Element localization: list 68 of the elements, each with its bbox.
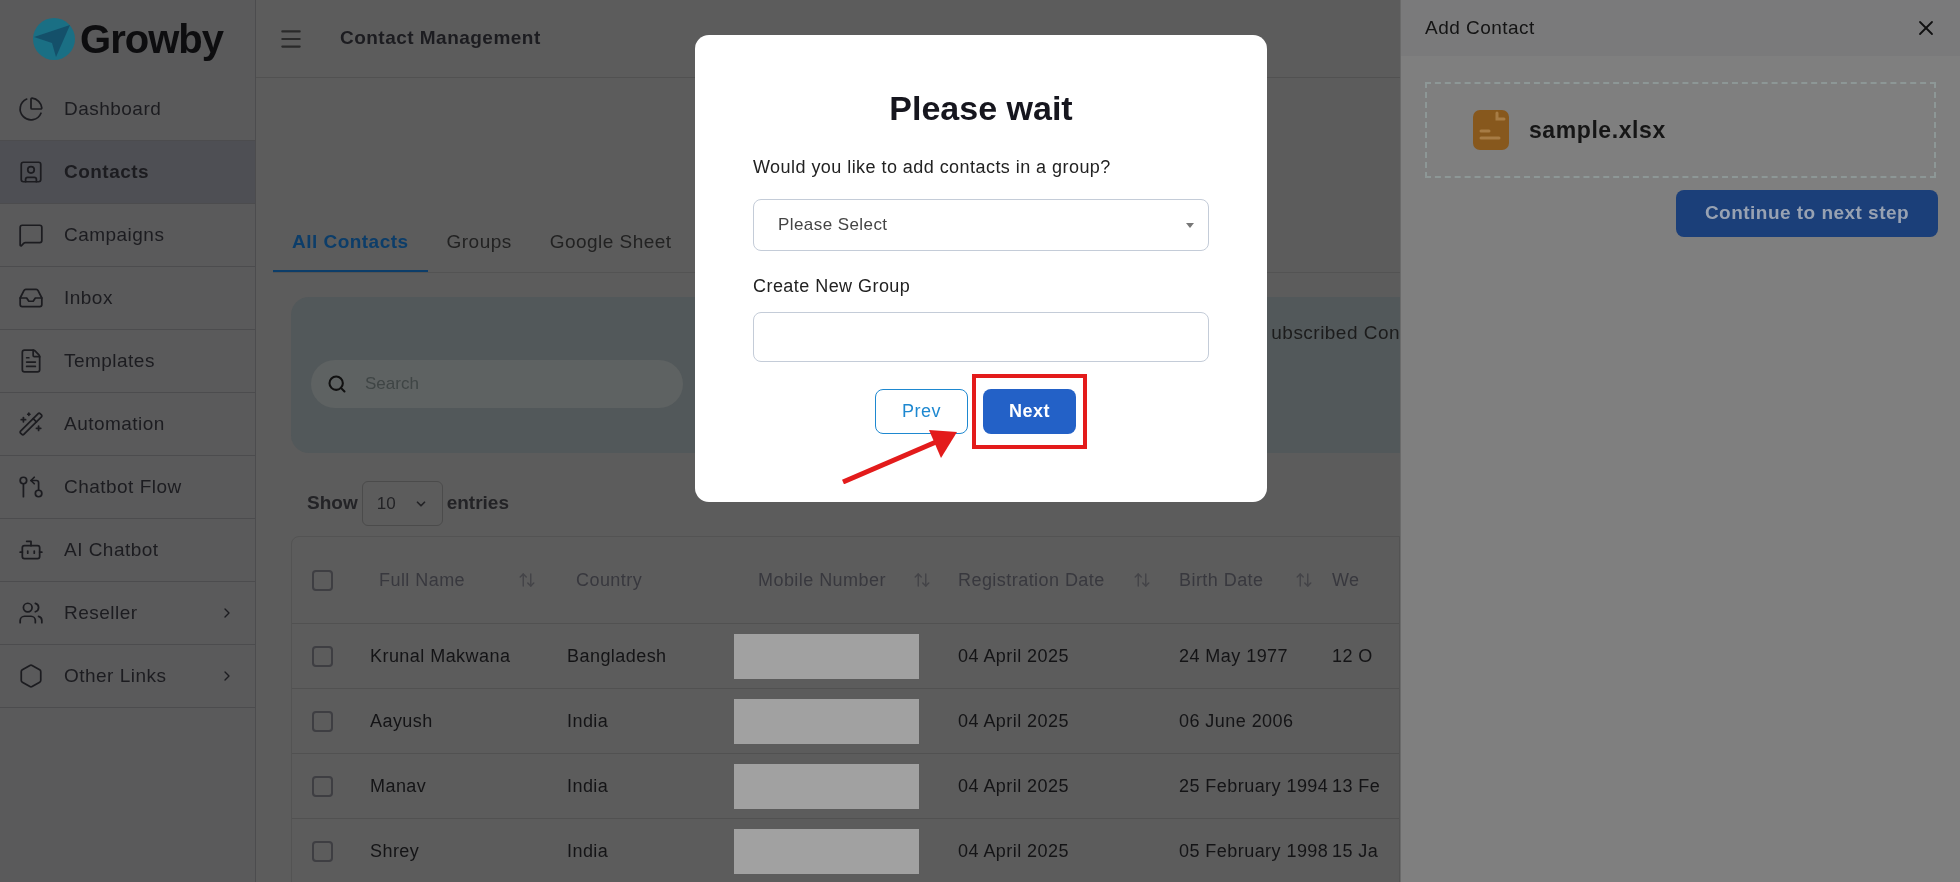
caret-icon bbox=[1186, 222, 1194, 228]
table-cell-text: India bbox=[567, 839, 609, 863]
page-title: Contact Management bbox=[340, 26, 541, 51]
magic-wand-icon bbox=[18, 411, 44, 437]
entries-select[interactable]: 10 bbox=[361, 481, 443, 526]
tab[interactable]: All Contacts bbox=[273, 215, 428, 272]
table-cell-text: 04 April 2025 bbox=[958, 644, 1069, 668]
table-cell-text: Aayush bbox=[370, 709, 433, 733]
checkbox[interactable] bbox=[311, 710, 333, 732]
people-icon bbox=[18, 600, 44, 626]
continue-button[interactable]: Continue to next step bbox=[1676, 190, 1938, 237]
sidebar-item[interactable]: Other Links bbox=[0, 645, 255, 708]
group-select[interactable]: Please Select bbox=[753, 199, 1209, 251]
checkbox[interactable] bbox=[311, 645, 333, 667]
sidebar-item[interactable]: Chatbot Flow bbox=[0, 456, 255, 519]
sort-icon[interactable] bbox=[913, 571, 931, 589]
table-cell-text: Shrey bbox=[370, 839, 420, 863]
file-icon bbox=[1473, 110, 1509, 150]
field-label: Create New Group bbox=[753, 275, 912, 298]
search-icon bbox=[327, 373, 347, 394]
entries-label: entries bbox=[446, 491, 509, 516]
table-cell-text: India bbox=[567, 774, 609, 798]
modal-title: Please wait bbox=[889, 88, 1073, 129]
table-cell-text: 12 O bbox=[1332, 644, 1373, 668]
filter-label: ubscribed Con bbox=[1271, 321, 1400, 345]
prev-button[interactable]: Prev bbox=[875, 389, 968, 434]
checkbox[interactable] bbox=[311, 840, 333, 862]
sidebar-item[interactable]: Campaigns bbox=[0, 204, 255, 267]
checkbox[interactable] bbox=[311, 775, 333, 797]
sidebar-item[interactable]: Templates bbox=[0, 330, 255, 393]
show-label: Show bbox=[307, 491, 358, 516]
logo-text: Growby bbox=[80, 16, 223, 63]
sidebar-item[interactable]: Inbox bbox=[0, 267, 255, 330]
contact-card-icon bbox=[18, 159, 44, 185]
sort-icon[interactable] bbox=[518, 571, 536, 589]
group-name-field[interactable] bbox=[753, 312, 1209, 362]
branch-icon bbox=[18, 474, 44, 500]
table-cell-text: 24 May 1977 bbox=[1179, 644, 1289, 668]
table-cell-text: 04 April 2025 bbox=[958, 839, 1069, 863]
sidebar-item[interactable]: Reseller bbox=[0, 582, 255, 645]
sort-icon[interactable] bbox=[1133, 571, 1151, 589]
sort-icon[interactable] bbox=[1295, 571, 1313, 589]
pie-chart-icon bbox=[18, 96, 44, 122]
table-cell-text: Krunal Makwana bbox=[370, 644, 511, 668]
table-cell-text: 04 April 2025 bbox=[958, 774, 1069, 798]
checkbox[interactable] bbox=[311, 569, 333, 591]
table-cell-text: India bbox=[567, 709, 609, 733]
file-name: sample.xlsx bbox=[1529, 115, 1666, 145]
table-cell-text: 25 February 1994 bbox=[1179, 774, 1329, 798]
hexagon-icon bbox=[18, 663, 44, 689]
question-text: Would you like to add contacts in a group? bbox=[753, 156, 1112, 179]
table-cell-text: 15 Ja bbox=[1332, 839, 1379, 863]
next-button[interactable]: Next bbox=[983, 389, 1076, 434]
inbox-icon bbox=[18, 285, 44, 311]
table-cell-text: Manav bbox=[370, 774, 427, 798]
table-cell-text: 13 Fe bbox=[1332, 774, 1381, 798]
panel-title: Add Contact bbox=[1425, 15, 1535, 40]
tab[interactable]: Google Sheet bbox=[530, 215, 691, 272]
document-icon bbox=[18, 348, 44, 374]
table-cell-text: 05 February 1998 bbox=[1179, 839, 1329, 863]
robot-icon bbox=[18, 537, 44, 563]
table-cell-text: 04 April 2025 bbox=[958, 709, 1069, 733]
sidebar-item[interactable]: Automation bbox=[0, 393, 255, 456]
logo-icon bbox=[32, 17, 77, 61]
table-cell-text: 06 June 2006 bbox=[1179, 709, 1294, 733]
sidebar-item[interactable]: AI Chatbot bbox=[0, 519, 255, 582]
tab[interactable]: Groups bbox=[427, 215, 531, 272]
table-cell-text: Bangladesh bbox=[567, 644, 667, 668]
